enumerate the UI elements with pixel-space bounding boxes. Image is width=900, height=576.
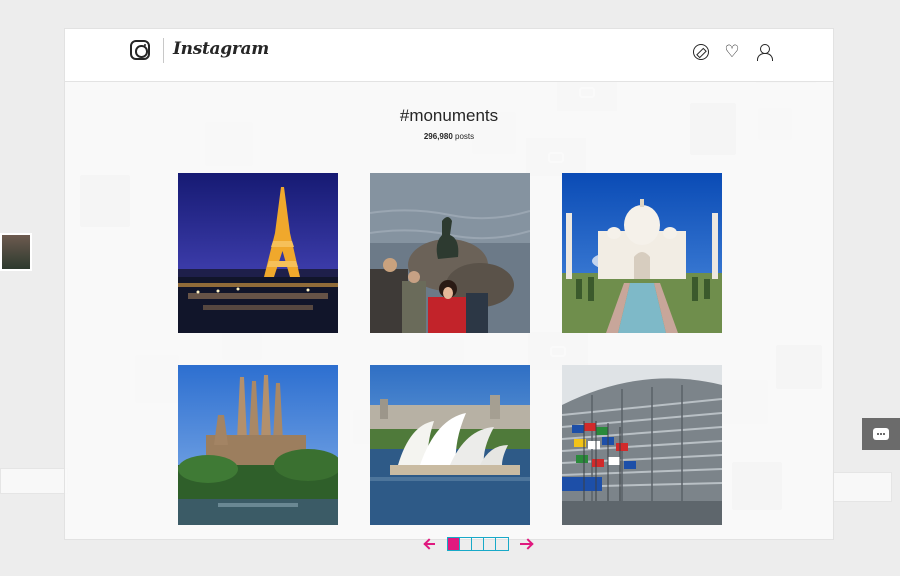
sagrada-familia-photo [178, 365, 338, 525]
european-parliament-photo [562, 365, 722, 525]
post-count: 296,980 posts [65, 132, 833, 141]
page-indicator [447, 537, 509, 551]
post-thumbnail-taj-mahal[interactable] [562, 173, 722, 333]
post-thumbnail-eiffel-tower[interactable] [178, 173, 338, 333]
eiffel-tower-photo [178, 173, 338, 333]
post-thumbnail-european-parliament[interactable] [562, 365, 722, 525]
compass-icon[interactable] [693, 44, 709, 60]
taj-mahal-photo [562, 173, 722, 333]
sydney-opera-house-photo [370, 365, 530, 525]
user-icon[interactable] [756, 44, 773, 61]
page-dot-4[interactable] [484, 538, 496, 550]
instagram-wordmark[interactable]: Instagram [173, 39, 269, 59]
top-nav-bar: Instagram ♡ [65, 29, 833, 82]
heart-icon[interactable]: ♡ [724, 43, 740, 60]
background-tweet-card [0, 468, 68, 494]
page-dot-3[interactable] [472, 538, 484, 550]
page-dot-1[interactable] [448, 538, 460, 550]
post-thumbnail-sagrada-familia[interactable] [178, 365, 338, 525]
little-mermaid-photo [370, 173, 530, 333]
hashtag-title: #monuments [399, 106, 499, 125]
post-count-label: posts [455, 132, 475, 141]
logo-divider [163, 38, 164, 63]
previous-arrow-icon[interactable] [423, 537, 437, 551]
post-thumbnail-little-mermaid[interactable] [370, 173, 530, 333]
chat-bubble-icon[interactable] [862, 418, 900, 450]
page-dot-2[interactable] [460, 538, 472, 550]
pagination [423, 536, 533, 552]
instagram-window: Instagram ♡ #monuments 296,980 posts [64, 28, 834, 540]
next-arrow-icon[interactable] [519, 537, 533, 551]
background-avatar [0, 233, 32, 271]
instagram-camera-icon[interactable] [130, 40, 150, 60]
post-thumbnail-sydney-opera-house[interactable] [370, 365, 530, 525]
post-count-value: 296,980 [423, 132, 453, 141]
page-dot-5[interactable] [496, 538, 508, 550]
background-tweet-card [832, 472, 892, 502]
